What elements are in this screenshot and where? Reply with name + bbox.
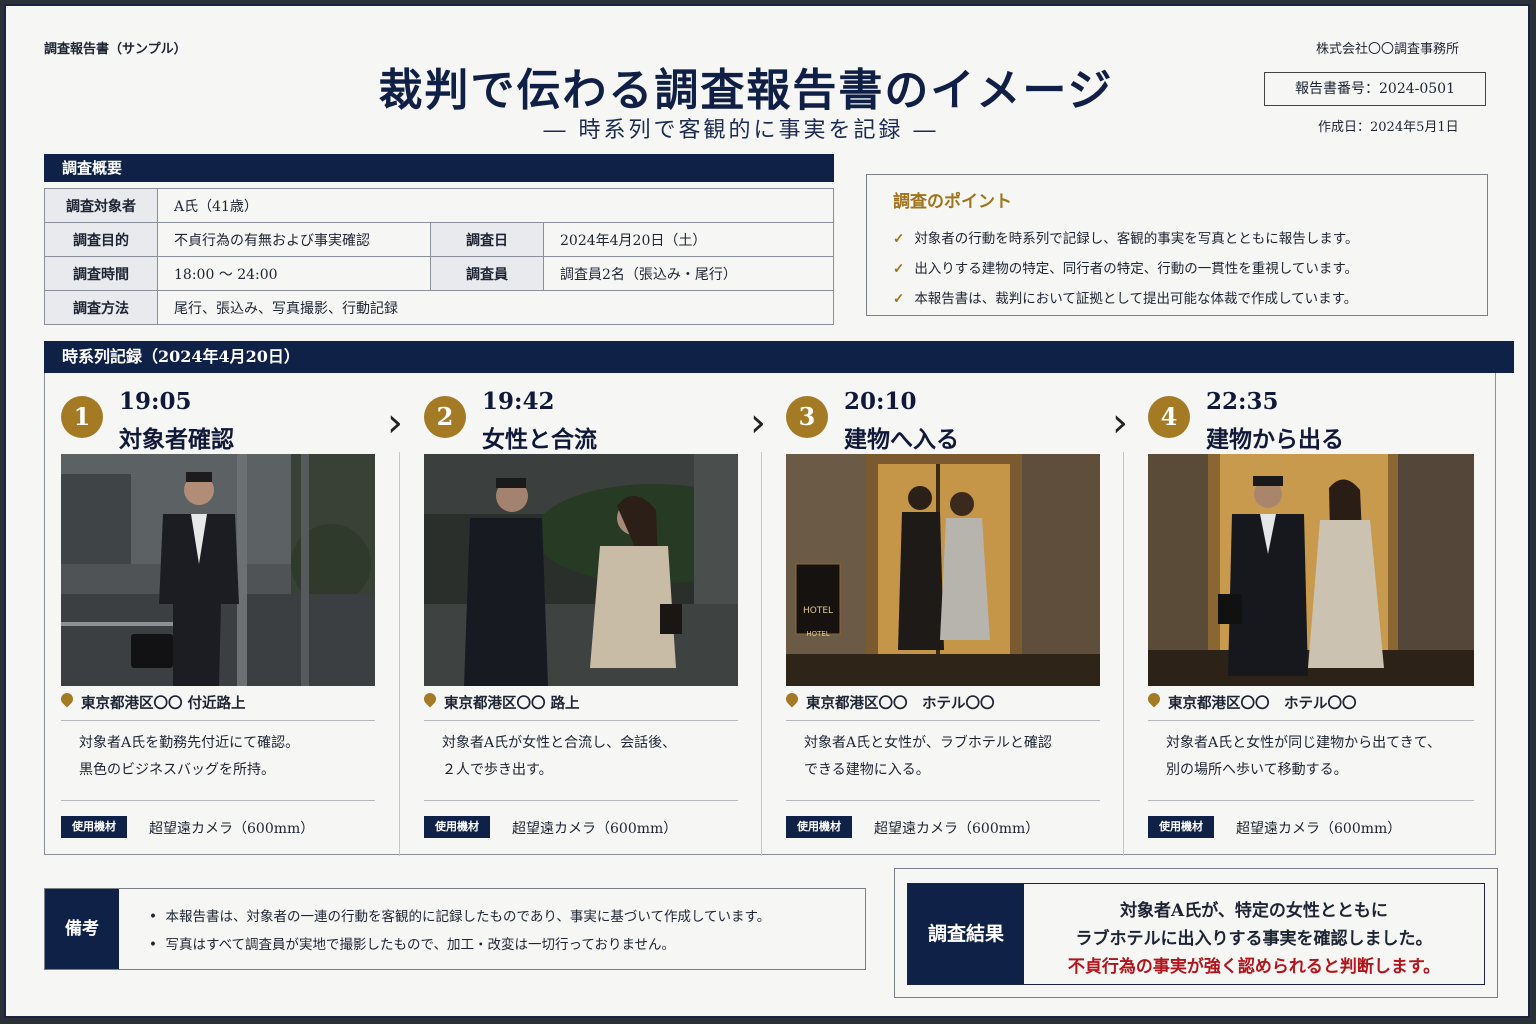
entry-event: 対象者確認 [119, 426, 234, 453]
entry-event: 建物へ入る [844, 426, 959, 453]
entry-location: 東京都港区〇〇 付近路上 [81, 695, 246, 712]
divider [424, 720, 738, 721]
evidence-photo [1148, 454, 1474, 686]
location-pin-icon [421, 690, 439, 708]
location-pin-icon [783, 690, 801, 708]
page-subtitle: ― 時系列で客観的に事実を記録 ― [543, 118, 939, 143]
table-row: 調査方法 尾行、張込み、写真撮影、行動記録 [44, 290, 834, 325]
divider [1148, 800, 1474, 801]
entry-location: 東京都港区〇〇 路上 [444, 695, 580, 712]
check-icon: ✓ [893, 231, 905, 247]
report-page: 調査報告書（サンプル） 裁判で伝わる調査報告書のイメージ ― 時系列で客観的に事… [4, 4, 1530, 1018]
check-icon: ✓ [893, 291, 905, 307]
equipment-badge: 使用機材 [424, 816, 490, 838]
company-name: 株式会社〇〇調査事務所 [1316, 42, 1460, 57]
step-number: 4 [1148, 396, 1190, 438]
result-line: ラブホテルに出入りする事実を確認しました。 [1075, 929, 1433, 949]
overview-table: 調査対象者 A氏（41歳） 調査目的 不貞行為の有無および事実確認 調査日 20… [44, 188, 834, 325]
list-item: ✓ 出入りする建物の特定、同行者の特定、行動の一貫性を重視しています。 [893, 261, 1359, 277]
result-line: 対象者A氏が、特定の女性とともに [1120, 901, 1388, 921]
divider [786, 800, 1100, 801]
timeline-section: 時系列記録（2024年4月20日） 1 19:05 対象者確認 › 東京都港区〇… [44, 341, 1514, 856]
entry-location: 東京都港区〇〇 ホテル〇〇 [806, 695, 995, 712]
entry-equipment: 超望遠カメラ（600mm） [512, 821, 678, 837]
staff-value: 調査員2名（張込み・尾行） [543, 256, 834, 291]
entry-description: 対象者A氏が女性と合流し、会話後、 ２人で歩き出す。 [442, 735, 677, 778]
entry-time: 22:35 [1206, 388, 1279, 415]
divider [786, 720, 1100, 721]
chevron-right-icon: › [1112, 400, 1128, 446]
notes-box: 備考 • 本報告書は、対象者の一連の行動を客観的に記録したものであり、事実に基づ… [44, 888, 866, 970]
entry-location: 東京都港区〇〇 ホテル〇〇 [1168, 695, 1357, 712]
entry-time: 20:10 [844, 388, 917, 415]
step-number: 2 [424, 396, 466, 438]
list-item: ✓ 対象者の行動を時系列で記録し、客観的事実を写真とともに報告します。 [893, 231, 1359, 247]
target-label: 調査対象者 [44, 188, 158, 223]
result-inner: 調査結果 対象者A氏が、特定の女性とともに ラブホテルに出入りする事実を確認しま… [907, 883, 1485, 985]
purpose-value: 不貞行為の有無および事実確認 [157, 222, 431, 257]
evidence-photo [61, 454, 375, 686]
divider [1148, 720, 1474, 721]
timeline-entry: 1 19:05 対象者確認 › 東京都港区〇〇 付近路上 対象者A氏を勤務先付近… [47, 376, 409, 854]
location-pin-icon [58, 690, 76, 708]
target-value: A氏（41歳） [157, 188, 834, 223]
evidence-photo [424, 454, 738, 686]
equipment-badge: 使用機材 [61, 816, 127, 838]
hotel-sign: HOTEL [806, 630, 830, 638]
entry-description: 対象者A氏と女性が同じ建物から出てきて、 別の場所へ歩いて移動する。 [1166, 735, 1441, 778]
entry-event: 女性と合流 [482, 426, 597, 453]
entry-event: 建物から出る [1206, 426, 1344, 453]
step-number: 1 [61, 396, 103, 438]
table-row: 調査対象者 A氏（41歳） [44, 188, 834, 223]
timeline-entry: 4 22:35 建物から出る 東京都港区〇〇 ホテル〇〇 対象者A氏と女性が同じ… [1134, 376, 1496, 854]
location-pin-icon [1145, 690, 1163, 708]
created-date: 作成日：2024年5月1日 [1318, 120, 1459, 135]
report-number: 報告書番号：2024-0501 [1264, 72, 1486, 106]
staff-label: 調査員 [430, 256, 544, 291]
entry-equipment: 超望遠カメラ（600mm） [874, 821, 1040, 837]
time-value: 18:00 ～ 24:00 [157, 256, 431, 291]
divider [61, 800, 375, 801]
entry-description: 対象者A氏と女性が、ラブホテルと確認 できる建物に入る。 [804, 735, 1052, 778]
notes-label: 備考 [45, 889, 119, 969]
result-conclusion: 不貞行為の事実が強く認められると判断します。 [1067, 957, 1441, 977]
divider [61, 720, 375, 721]
purpose-label: 調査目的 [44, 222, 158, 257]
time-label: 調査時間 [44, 256, 158, 291]
list-item: • 本報告書は、対象者の一連の行動を客観的に記録したものであり、事実に基づいて作… [149, 909, 771, 925]
date-value: 2024年4月20日（土） [543, 222, 834, 257]
evidence-photo: HOTEL HOTEL [786, 454, 1100, 686]
date-label: 調査日 [430, 222, 544, 257]
result-label: 調査結果 [908, 884, 1024, 984]
entry-time: 19:42 [482, 388, 555, 415]
points-title: 調査のポイント [893, 192, 1012, 212]
step-number: 3 [786, 396, 828, 438]
overview-section-title: 調査概要 [44, 154, 834, 182]
chevron-right-icon: › [750, 400, 766, 446]
chevron-right-icon: › [387, 400, 403, 446]
list-item: ✓ 本報告書は、裁判において証拠として提出可能な体裁で作成しています。 [893, 291, 1358, 307]
timeline-section-title: 時系列記録（2024年4月20日） [44, 341, 1514, 373]
table-row: 調査時間 18:00 ～ 24:00 調査員 調査員2名（張込み・尾行） [44, 256, 834, 291]
hotel-sign: HOTEL [802, 606, 834, 616]
check-icon: ✓ [893, 261, 905, 277]
equipment-badge: 使用機材 [1148, 816, 1214, 838]
method-label: 調査方法 [44, 290, 158, 325]
list-item: • 写真はすべて調査員が実地で撮影したもので、加工・改変は一切行っておりません。 [149, 937, 676, 953]
divider [424, 800, 738, 801]
timeline-entry: 3 20:10 建物へ入る › HOTEL HOTEL 東京都港区〇〇 ホテル〇… [772, 376, 1134, 854]
equipment-badge: 使用機材 [786, 816, 852, 838]
entry-time: 19:05 [119, 388, 192, 415]
table-row: 調査目的 不貞行為の有無および事実確認 調査日 2024年4月20日（土） [44, 222, 834, 257]
entry-description: 対象者A氏を勤務先付近にて確認。 黒色のビジネスバッグを所持。 [79, 735, 300, 778]
entry-equipment: 超望遠カメラ（600mm） [1236, 821, 1402, 837]
entry-equipment: 超望遠カメラ（600mm） [149, 821, 315, 837]
result-box: 調査結果 対象者A氏が、特定の女性とともに ラブホテルに出入りする事実を確認しま… [894, 868, 1498, 998]
timeline-entry: 2 19:42 女性と合流 › 東京都港区〇〇 路上 対象者A氏が女性と合流し、… [410, 376, 772, 854]
method-value: 尾行、張込み、写真撮影、行動記録 [157, 290, 834, 325]
points-box: 調査のポイント ✓ 対象者の行動を時系列で記録し、客観的事実を写真とともに報告しま… [866, 174, 1488, 316]
